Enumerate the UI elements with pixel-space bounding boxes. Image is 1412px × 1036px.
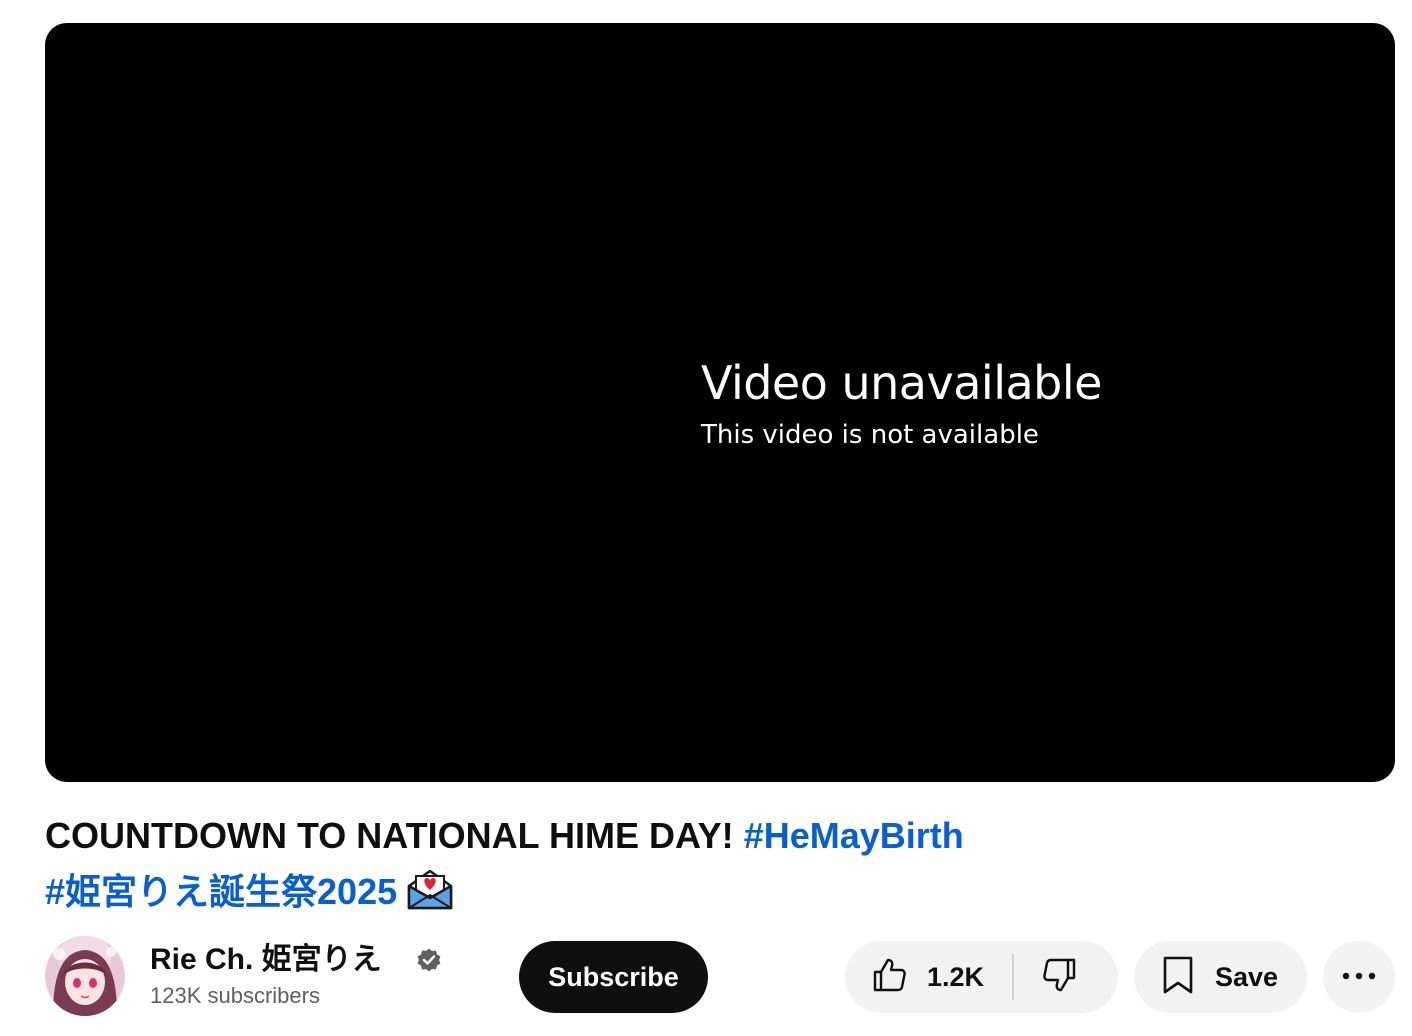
hashtag-birthday-2025[interactable]: #姫宮りえ誕生祭2025	[45, 871, 397, 912]
error-title: Video unavailable	[701, 356, 1102, 410]
save-button[interactable]: Save	[1134, 941, 1307, 1013]
like-count: 1.2K	[927, 961, 985, 992]
title-text: COUNTDOWN TO NATIONAL HIME DAY!	[45, 815, 734, 856]
channel-avatar[interactable]	[45, 936, 125, 1016]
like-dislike-group: 1.2K	[845, 941, 1118, 1013]
watch-page: Video unavailable This video is not avai…	[0, 0, 1412, 1036]
more-horizontal-icon	[1341, 968, 1377, 986]
thumbs-up-icon	[869, 955, 909, 1000]
verified-badge-icon	[416, 947, 442, 973]
more-actions-button[interactable]	[1323, 941, 1395, 1013]
error-subtitle: This video is not available	[701, 420, 1039, 450]
envelope-with-heart-icon	[405, 868, 455, 928]
subscriber-count: 123K subscribers	[150, 983, 320, 1008]
subscribe-button[interactable]: Subscribe	[519, 941, 708, 1013]
bookmark-icon	[1161, 955, 1195, 1000]
channel-owner: Rie Ch. 姫宮りえ 123K subscribers	[45, 933, 480, 1019]
channel-name-row: Rie Ch. 姫宮りえ	[150, 941, 480, 979]
channel-name[interactable]: Rie Ch. 姫宮りえ	[150, 941, 382, 979]
dislike-button[interactable]	[1014, 941, 1106, 1013]
hashtag-hemaybirth[interactable]: #HeMayBirth	[744, 815, 964, 856]
like-button[interactable]: 1.2K	[845, 941, 988, 1013]
video-title: COUNTDOWN TO NATIONAL HIME DAY! #HeMayBi…	[45, 808, 1105, 928]
video-player[interactable]: Video unavailable This video is not avai…	[45, 23, 1395, 782]
save-label: Save	[1215, 961, 1279, 992]
unavailable-message: Video unavailable This video is not avai…	[701, 355, 1102, 451]
channel-info: Rie Ch. 姫宮りえ 123K subscribers	[150, 941, 480, 1011]
thumbs-down-icon	[1040, 955, 1080, 1000]
